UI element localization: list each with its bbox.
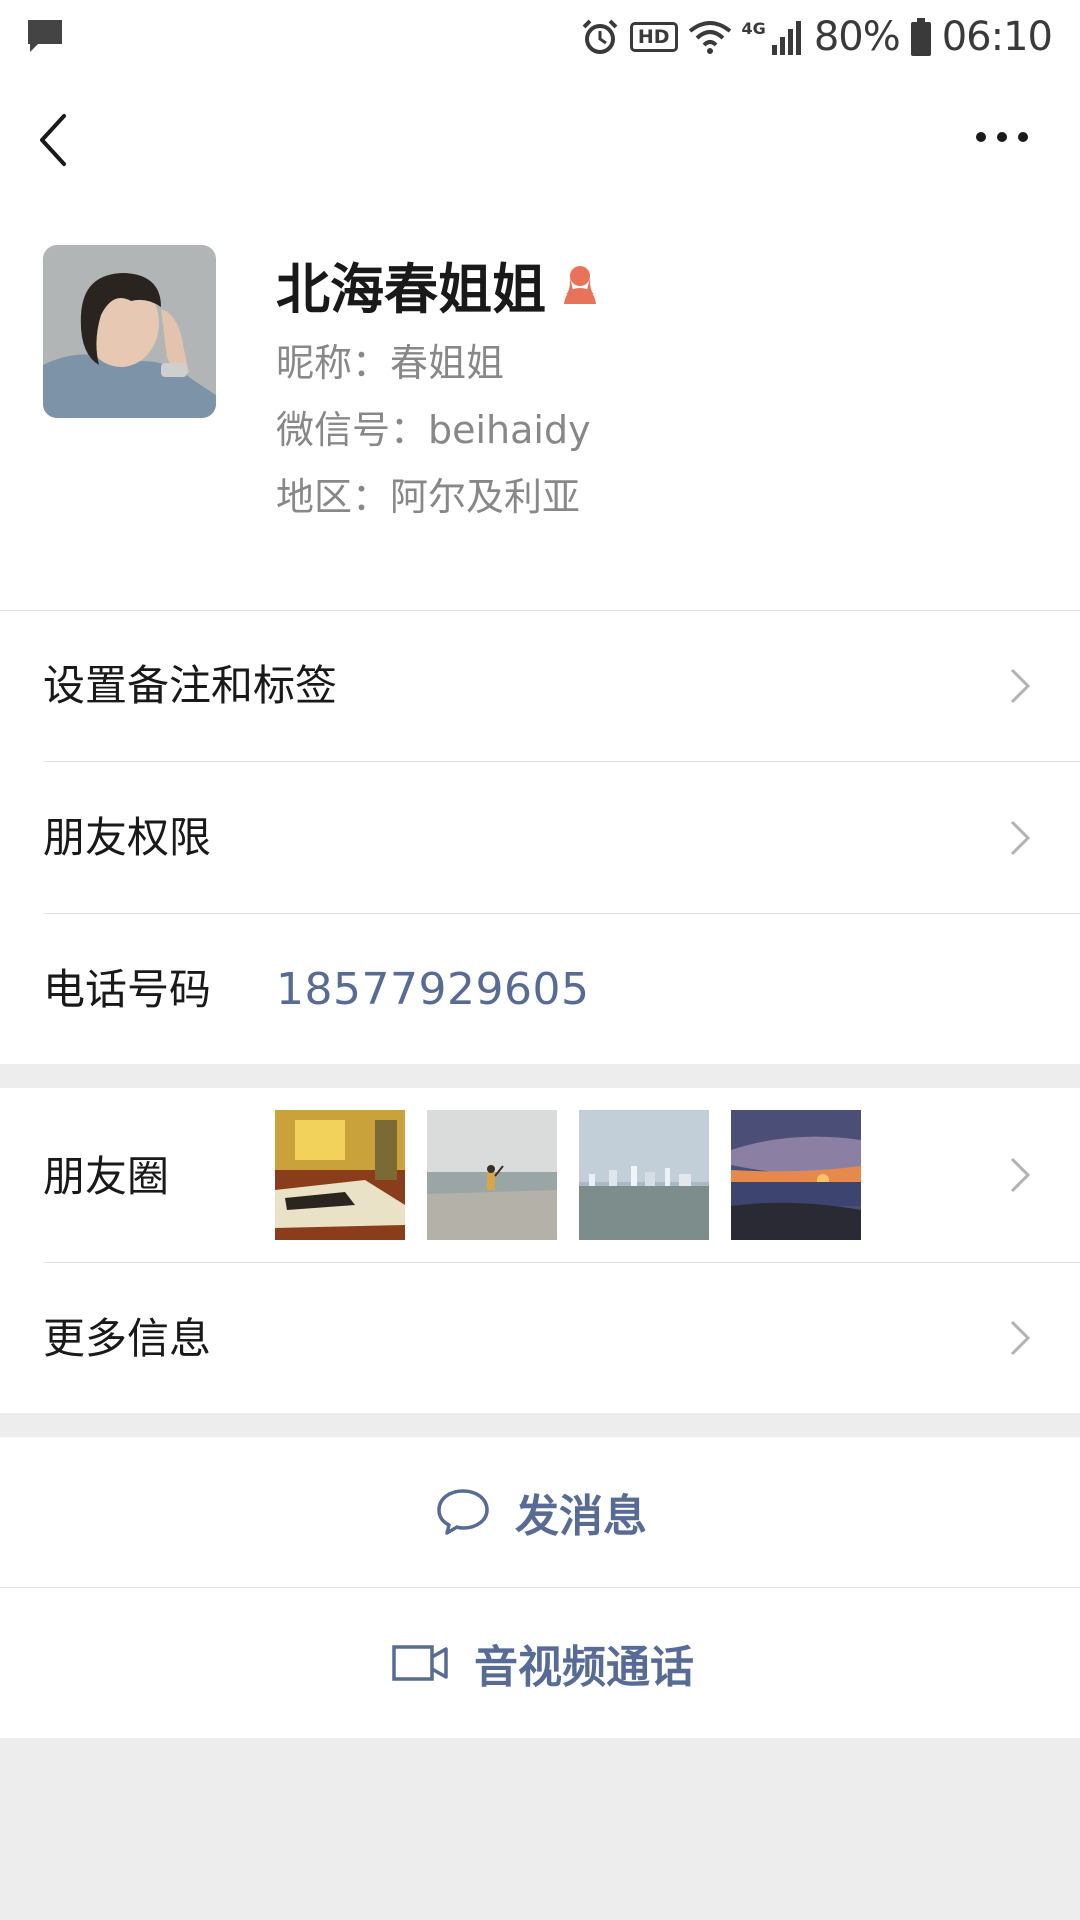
- status-bar: HD 4G 80% 06:10: [0, 0, 1080, 72]
- wechat-id-text: 微信号：beihaidy: [276, 408, 591, 452]
- chevron-right-icon: [1010, 1157, 1031, 1193]
- send-message-label: 发消息: [515, 1491, 647, 1542]
- divider: [43, 913, 1080, 914]
- chevron-right-icon: [1010, 668, 1031, 704]
- back-icon[interactable]: [34, 110, 74, 170]
- moments-photo-city-skyline: [579, 1110, 709, 1240]
- nickname-text: 昵称：春姐姐: [276, 341, 505, 385]
- phone-number-link[interactable]: 18577929605: [276, 960, 589, 1020]
- more-dots-icon[interactable]: [972, 122, 1032, 152]
- phone-label: 电话号码: [43, 965, 212, 1014]
- hd-badge: HD: [629, 22, 678, 52]
- region-text: 地区：阿尔及利亚: [276, 475, 581, 519]
- remark-tags-row[interactable]: 设置备注和标签: [0, 611, 1080, 761]
- battery-percent: 80%: [813, 14, 901, 60]
- moments-photo-sunset-sea: [731, 1110, 861, 1240]
- battery-icon: [910, 18, 931, 56]
- more-info-row[interactable]: 更多信息: [0, 1263, 1080, 1413]
- female-icon: [564, 266, 596, 304]
- friend-permissions-label: 朋友权限: [43, 813, 212, 862]
- profile-name-row: 北海春姐姐: [276, 248, 600, 321]
- remark-tags-label: 设置备注和标签: [43, 661, 338, 710]
- network-type-label: 4G: [741, 18, 766, 38]
- moments-photo-beach-person: [427, 1110, 557, 1240]
- video-call-button[interactable]: 音视频通话: [0, 1588, 1080, 1738]
- more-info-label: 更多信息: [43, 1314, 212, 1363]
- wifi-icon: [688, 21, 731, 54]
- chevron-right-icon: [1010, 1320, 1031, 1356]
- moments-label: 朋友圈: [43, 1152, 170, 1201]
- send-message-button[interactable]: 发消息: [0, 1437, 1080, 1587]
- video-camera-icon: [392, 1645, 448, 1681]
- notification-message-icon: [28, 20, 62, 52]
- clock-time: 06:10: [941, 14, 1053, 60]
- status-icons: HD 4G 80% 06:10: [580, 12, 1053, 62]
- alarm-icon: [582, 19, 618, 54]
- avatar[interactable]: [43, 245, 216, 418]
- chevron-right-icon: [1010, 820, 1031, 856]
- chat-bubble-icon: [437, 1489, 489, 1535]
- friend-permissions-row[interactable]: 朋友权限: [0, 762, 1080, 912]
- signal-icon: [771, 21, 801, 55]
- moments-photo-hotel-room: [275, 1110, 405, 1240]
- display-name: 北海春姐姐: [276, 257, 546, 321]
- video-call-label: 音视频通话: [474, 1642, 694, 1693]
